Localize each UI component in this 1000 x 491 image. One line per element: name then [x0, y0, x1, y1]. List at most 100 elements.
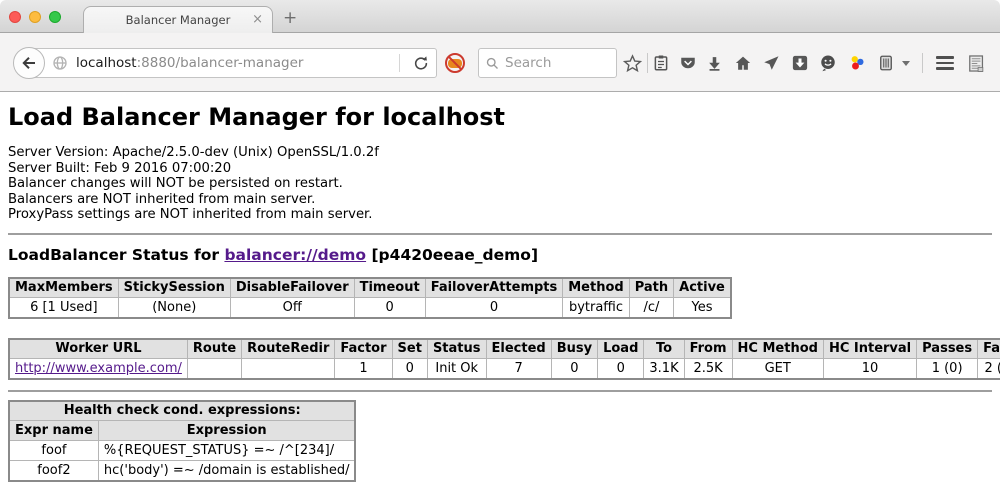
reading-list-button[interactable] — [648, 50, 674, 76]
cell-active: Yes — [674, 298, 731, 318]
col-elected: Elected — [486, 339, 551, 359]
balancer-settings-table: MaxMembers StickySession DisableFailover… — [8, 277, 732, 319]
bookmark-star-button[interactable] — [619, 50, 645, 76]
page-preview-button[interactable] — [963, 50, 989, 76]
share-button[interactable] — [758, 50, 784, 76]
server-version-line: Server Version: Apache/2.5.0-dev (Unix) … — [8, 145, 992, 161]
cell-hc-interval: 10 — [823, 359, 916, 379]
minimize-window-button[interactable] — [29, 11, 41, 23]
cell-failoverattempts: 0 — [425, 298, 563, 318]
balancer-status-heading: LoadBalancer Status for balancer://demo … — [8, 246, 992, 264]
status-heading-suffix: [p4420eeae_demo] — [366, 246, 538, 264]
table-row: http://www.example.com/ 1 0 Init Ok 7 0 … — [9, 359, 1000, 379]
smiley-icon — [819, 54, 837, 72]
url-divider — [399, 54, 400, 72]
paper-plane-icon — [762, 54, 780, 72]
page-content: Load Balancer Manager for localhost Serv… — [0, 92, 1000, 491]
cell-factor: 1 — [335, 359, 392, 379]
search-input[interactable] — [505, 55, 605, 71]
reload-button[interactable] — [406, 55, 436, 71]
cell-elected: 7 — [486, 359, 551, 379]
cell-to: 3.1K — [644, 359, 684, 379]
toolbar-divider — [922, 53, 923, 73]
url-path: :8880/balancer-manager — [137, 55, 304, 71]
status-heading-prefix: LoadBalancer Status for — [8, 246, 224, 264]
col-from: From — [684, 339, 732, 359]
col-hc-interval: HC Interval — [823, 339, 916, 359]
table-header-row: MaxMembers StickySession DisableFailover… — [9, 278, 731, 298]
color-dots-extension-button[interactable] — [844, 50, 870, 76]
proxypass-notice-line: ProxyPass settings are NOT inherited fro… — [8, 207, 992, 223]
home-icon — [734, 54, 752, 72]
clipboard-icon — [652, 54, 670, 72]
pocket-button[interactable] — [675, 50, 701, 76]
table-row: 6 [1 Used] (None) Off 0 0 bytraffic /c/ … — [9, 298, 731, 318]
cell-expr-name: foof — [9, 441, 98, 461]
col-stickysession: StickySession — [118, 278, 230, 298]
cell-set: 0 — [392, 359, 427, 379]
home-button[interactable] — [730, 50, 756, 76]
menu-button[interactable] — [932, 50, 958, 76]
balancer-demo-link[interactable]: balancer://demo — [224, 246, 366, 264]
worker-url-link[interactable]: http://www.example.com/ — [15, 361, 182, 376]
col-status: Status — [427, 339, 486, 359]
server-built-line: Server Built: Feb 9 2016 07:00:20 — [8, 161, 992, 177]
tab-title: Balancer Manager — [126, 13, 231, 27]
save-to-box-button[interactable] — [787, 50, 813, 76]
chevron-down-icon — [902, 61, 910, 66]
cell-load: 0 — [598, 359, 644, 379]
noscript-icon — [444, 52, 466, 74]
tab-close-icon[interactable]: × — [252, 13, 263, 26]
search-bar[interactable] — [478, 48, 617, 78]
back-arrow-icon — [20, 54, 38, 72]
back-button[interactable] — [13, 47, 45, 79]
url-host: localhost — [76, 55, 137, 71]
col-method: Method — [563, 278, 629, 298]
new-tab-button[interactable]: + — [283, 8, 297, 28]
table-header-row: Worker URL Route RouteRedir Factor Set S… — [9, 339, 1000, 359]
cell-busy: 0 — [551, 359, 597, 379]
cell-hc-method: GET — [732, 359, 823, 379]
hamburger-icon — [936, 56, 954, 70]
container-extension-button[interactable] — [873, 50, 899, 76]
col-hc-method: HC Method — [732, 339, 823, 359]
star-icon — [623, 54, 642, 73]
globe-icon — [52, 55, 68, 71]
cell-routeredir — [242, 359, 335, 379]
col-load: Load — [598, 339, 644, 359]
tab-balancer-manager[interactable]: Balancer Manager × — [83, 6, 273, 33]
divider — [8, 233, 992, 235]
close-window-button[interactable] — [9, 11, 21, 23]
cell-expr-name: foof2 — [9, 461, 98, 481]
download-arrow-icon — [706, 55, 723, 72]
inherit-notice-line: Balancers are NOT inherited from main se… — [8, 192, 992, 208]
container-icon — [877, 54, 895, 72]
server-info: Server Version: Apache/2.5.0-dev (Unix) … — [8, 145, 992, 223]
col-busy: Busy — [551, 339, 597, 359]
cell-route — [187, 359, 241, 379]
health-check-table: Health check cond. expressions: Expr nam… — [8, 400, 356, 482]
search-icon — [485, 56, 500, 71]
title-bar: Balancer Manager × + — [0, 0, 1000, 33]
health-table-title: Health check cond. expressions: — [9, 401, 355, 421]
browser-window: Balancer Manager × + localhost:8880/bala… — [0, 0, 1000, 491]
noscript-button[interactable] — [444, 52, 466, 74]
cell-expression: %{REQUEST_STATUS} =~ /^[234]/ — [98, 441, 355, 461]
boxed-download-icon — [791, 54, 809, 72]
cell-passes: 1 (0) — [917, 359, 978, 379]
col-set: Set — [392, 339, 427, 359]
url-bar[interactable]: localhost:8880/balancer-manager — [27, 48, 437, 78]
downloads-button[interactable] — [701, 50, 727, 76]
traffic-lights — [9, 11, 61, 23]
chat-smiley-button[interactable] — [815, 50, 841, 76]
col-route: Route — [187, 339, 241, 359]
worker-status-table: Worker URL Route RouteRedir Factor Set S… — [8, 338, 1000, 380]
col-passes: Passes — [917, 339, 978, 359]
zoom-window-button[interactable] — [49, 11, 61, 23]
url-input[interactable]: localhost:8880/balancer-manager — [76, 55, 303, 71]
col-timeout: Timeout — [354, 278, 425, 298]
overflow-caret-button[interactable] — [899, 50, 913, 76]
col-disablefailover: DisableFailover — [230, 278, 354, 298]
table-row: foof2 hc('body') =~ /domain is establish… — [9, 461, 355, 481]
table-header-row: Expr name Expression — [9, 421, 355, 441]
